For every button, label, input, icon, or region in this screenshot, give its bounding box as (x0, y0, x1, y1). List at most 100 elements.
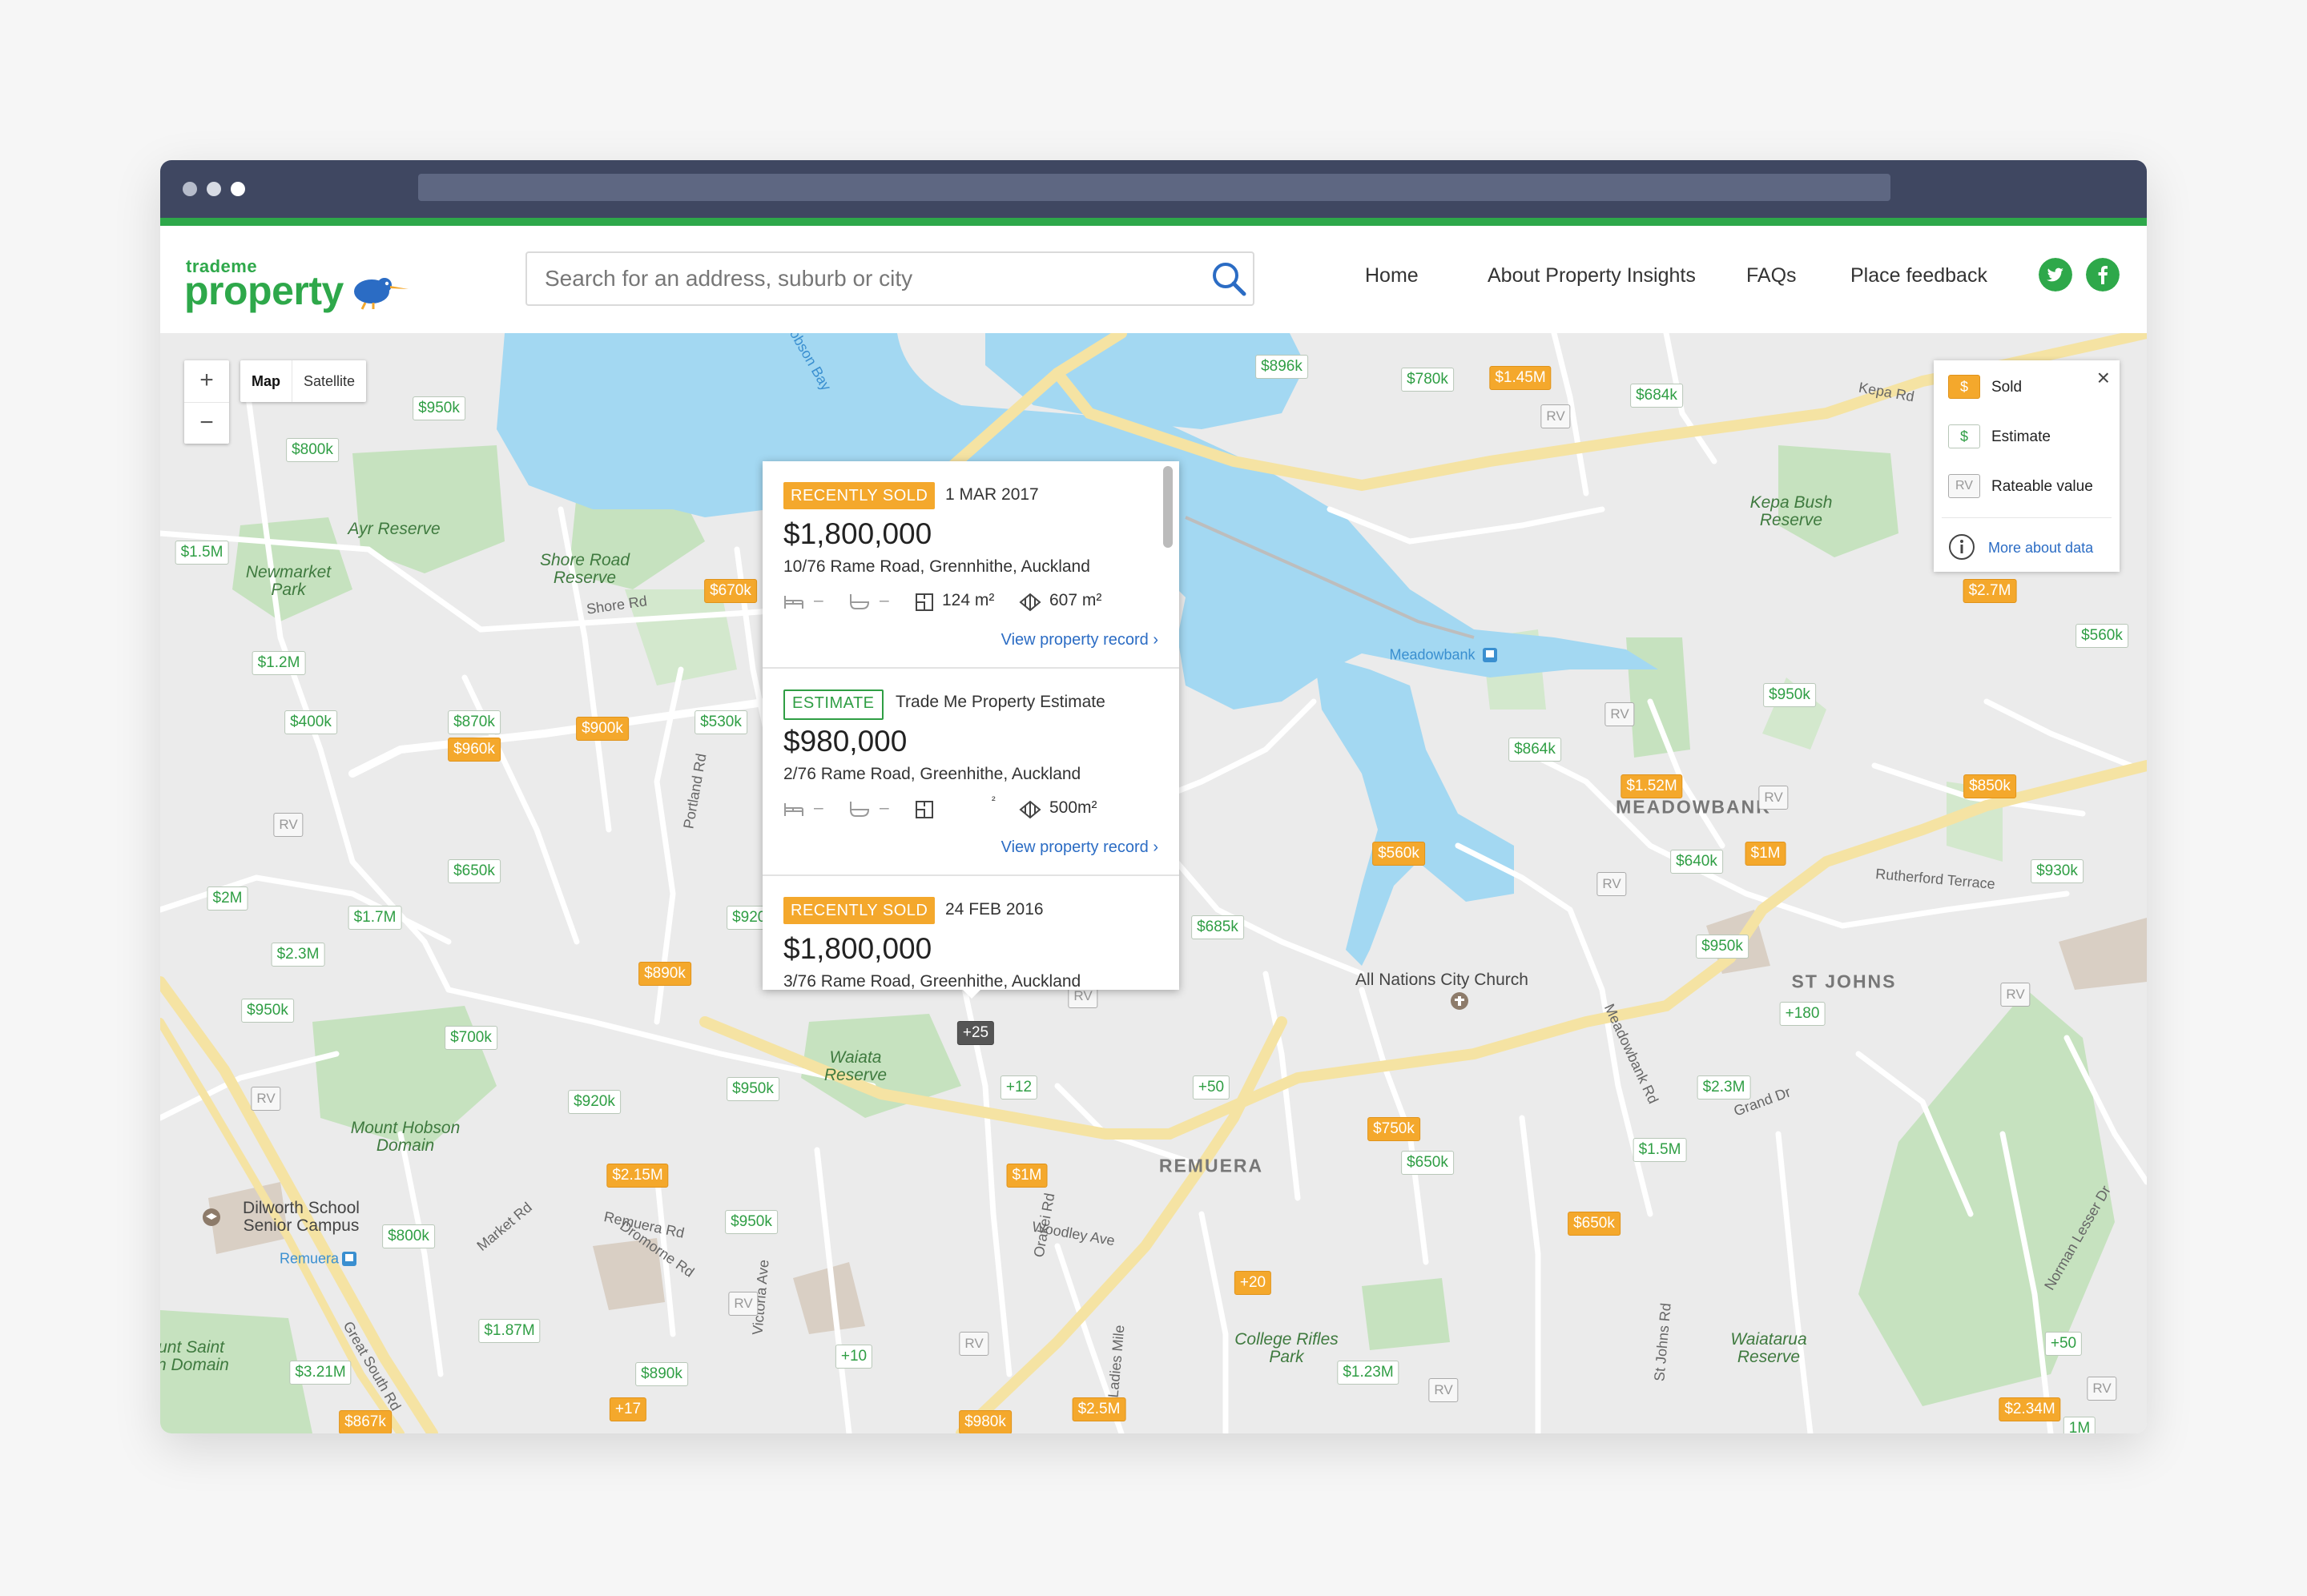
property-pin[interactable]: $870k (448, 710, 501, 734)
property-pin[interactable]: $980k (959, 1410, 1012, 1433)
zoom-out-button[interactable]: − (184, 403, 229, 444)
property-pin[interactable]: $650k (1401, 1151, 1454, 1175)
property-pin[interactable]: $700k (445, 1026, 497, 1050)
popup-scrollbar[interactable] (1163, 466, 1173, 548)
chevron-right-icon: › (1153, 631, 1158, 649)
close-icon[interactable]: × (2097, 365, 2110, 391)
property-pin[interactable]: $2.15M (606, 1164, 669, 1188)
logo[interactable]: trademe property (160, 226, 425, 333)
property-pin[interactable]: $850k (1963, 774, 2016, 798)
property-pin[interactable]: $1.45M (1489, 366, 1552, 390)
rateable-value-pin[interactable]: RV (728, 1292, 759, 1316)
property-pin[interactable]: $1.87M (478, 1319, 541, 1343)
property-pin[interactable]: $1M (1745, 842, 1786, 866)
property-pin[interactable]: $1.5M (175, 541, 229, 565)
property-pin[interactable]: +12 (1000, 1075, 1038, 1100)
search-input[interactable] (525, 251, 1254, 306)
rateable-value-pin[interactable]: RV (959, 1332, 989, 1356)
twitter-icon[interactable] (2039, 258, 2072, 291)
property-pin[interactable]: $650k (448, 859, 501, 883)
rateable-value-pin[interactable]: RV (1758, 786, 1789, 810)
property-pin[interactable]: $400k (284, 710, 337, 734)
view-property-record-link[interactable]: View property record › (1001, 631, 1158, 649)
facebook-icon[interactable] (2086, 258, 2120, 291)
nav-faqs[interactable]: FAQs (1746, 264, 1797, 287)
property-pin[interactable]: $950k (725, 1210, 778, 1234)
property-pin[interactable]: $950k (413, 396, 465, 420)
property-pin[interactable]: $1M (1006, 1164, 1048, 1188)
zoom-in-button[interactable]: + (184, 360, 229, 403)
nav-about-property-insights[interactable]: About Property Insights (1488, 264, 1696, 287)
property-pin[interactable]: $867k (339, 1410, 392, 1433)
map-type-map-button[interactable]: Map (240, 360, 292, 402)
property-pin[interactable]: $2.3M (271, 943, 325, 967)
floor-area-icon (916, 801, 933, 818)
property-pin[interactable]: $2.34M (1999, 1397, 2061, 1421)
property-pin[interactable]: $560k (2075, 624, 2128, 648)
rateable-value-pin[interactable]: RV (2000, 983, 2031, 1007)
property-pin[interactable]: $685k (1191, 915, 1244, 939)
property-pin[interactable]: $2.3M (1697, 1075, 1751, 1100)
property-pin[interactable]: $890k (635, 1362, 688, 1386)
property-pin[interactable]: $800k (286, 438, 339, 462)
sold-swatch: $ (1948, 375, 1980, 399)
property-pin[interactable]: $684k (1630, 384, 1683, 408)
address-bar[interactable] (418, 174, 1890, 201)
bedrooms-value: – (814, 591, 823, 609)
property-pin[interactable]: $950k (241, 999, 294, 1023)
property-pin[interactable]: $670k (704, 579, 757, 603)
property-pin[interactable]: +50 (1192, 1075, 1230, 1100)
property-pin[interactable]: $890k (638, 962, 691, 986)
property-pin[interactable]: $960k (448, 738, 501, 762)
property-pin[interactable]: +17 (609, 1397, 647, 1421)
property-pin[interactable]: 1M (2063, 1417, 2096, 1433)
rateable-value-pin[interactable]: RV (273, 813, 304, 837)
window-minimize-dot[interactable] (207, 182, 221, 196)
property-pin[interactable]: $650k (1568, 1212, 1621, 1236)
property-pin[interactable]: $3.21M (289, 1361, 352, 1385)
property-pin[interactable]: $2.7M (1963, 579, 2017, 603)
rateable-value-pin[interactable]: RV (1596, 872, 1627, 896)
window-close-dot[interactable] (183, 182, 197, 196)
rateable-value-pin[interactable]: RV (1428, 1378, 1459, 1402)
property-pin[interactable]: +20 (1234, 1271, 1272, 1295)
map-type-satellite-button[interactable]: Satellite (292, 360, 366, 402)
property-pin[interactable]: $920k (568, 1090, 621, 1114)
property-pin[interactable]: $750k (1367, 1117, 1420, 1141)
rateable-value-pin[interactable]: RV (1540, 404, 1571, 428)
nav-home[interactable]: Home (1365, 264, 1419, 287)
property-pin[interactable]: $780k (1401, 368, 1454, 392)
property-price: $1,800,000 (783, 932, 932, 965)
property-pin[interactable]: $2M (207, 886, 248, 911)
view-property-record-link[interactable]: View property record › (1001, 838, 1158, 857)
property-pin[interactable]: +25 (956, 1021, 995, 1045)
nav-place-feedback[interactable]: Place feedback (1850, 264, 1987, 287)
property-pin[interactable]: $800k (382, 1224, 435, 1248)
property-pin[interactable]: $930k (2031, 859, 2084, 883)
property-pin[interactable]: $950k (1763, 683, 1816, 707)
property-pin[interactable]: $1.23M (1337, 1361, 1399, 1385)
more-about-data-link[interactable]: More about data (1988, 540, 2093, 557)
property-pin[interactable]: $896k (1255, 355, 1308, 379)
property-pin[interactable]: $950k (1696, 935, 1749, 959)
property-pin[interactable]: $864k (1508, 738, 1561, 762)
property-pin[interactable]: +180 (1779, 1002, 1826, 1026)
property-pin[interactable]: $1.5M (1633, 1138, 1687, 1162)
property-map[interactable]: Ayr Reserve Newmarket Park Shore Road Re… (160, 333, 2147, 1433)
property-pin[interactable]: $560k (1372, 842, 1425, 866)
property-pin[interactable]: $640k (1670, 850, 1723, 874)
rateable-value-pin[interactable]: RV (2087, 1377, 2117, 1401)
window-maximize-dot[interactable] (231, 182, 245, 196)
property-pin[interactable]: $1.2M (252, 651, 306, 675)
search-icon[interactable] (1210, 259, 1248, 298)
property-pin[interactable]: $2.5M (1072, 1397, 1126, 1421)
property-pin[interactable]: +10 (835, 1345, 873, 1369)
property-pin[interactable]: $950k (727, 1077, 779, 1101)
property-pin[interactable]: $1.52M (1621, 774, 1683, 798)
property-pin[interactable]: +50 (2044, 1332, 2083, 1356)
property-pin[interactable]: $1.7M (348, 906, 402, 930)
property-pin[interactable]: $900k (576, 717, 629, 741)
property-pin[interactable]: $530k (695, 710, 747, 734)
rateable-value-pin[interactable]: RV (1604, 702, 1635, 726)
rateable-value-pin[interactable]: RV (251, 1087, 281, 1111)
